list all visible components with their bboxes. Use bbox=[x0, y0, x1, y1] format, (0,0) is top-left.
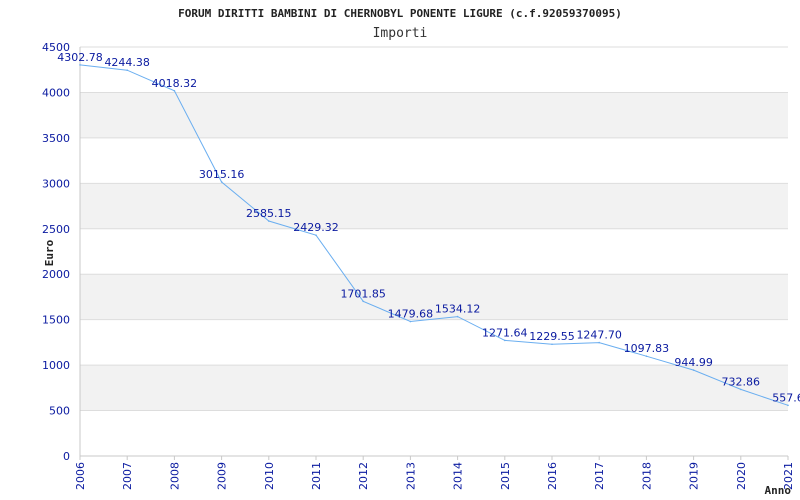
y-tick-label: 2500 bbox=[42, 223, 70, 236]
x-tick-label: 2018 bbox=[640, 462, 653, 490]
data-point bbox=[315, 234, 317, 237]
data-label: 557.6 bbox=[772, 391, 800, 404]
data-label: 732.86 bbox=[722, 375, 761, 388]
y-tick-label: 4000 bbox=[42, 86, 70, 99]
grid-band bbox=[80, 365, 788, 411]
y-tick-label: 3500 bbox=[42, 132, 70, 145]
data-point bbox=[220, 181, 223, 183]
data-point bbox=[692, 369, 695, 371]
data-label: 1271.64 bbox=[482, 326, 528, 339]
y-axis-title: Euro bbox=[43, 239, 56, 266]
data-label: 1247.70 bbox=[576, 329, 622, 342]
data-label: 2429.32 bbox=[293, 221, 339, 234]
data-point bbox=[645, 355, 648, 358]
x-tick-label: 2007 bbox=[121, 462, 134, 490]
x-axis-title: Anno bbox=[765, 484, 792, 497]
data-label: 4018.32 bbox=[152, 77, 198, 90]
y-tick-label: 0 bbox=[63, 450, 70, 463]
data-point bbox=[598, 341, 600, 344]
chart-subtitle: Importi bbox=[373, 26, 428, 41]
grid-band bbox=[80, 92, 788, 138]
data-label: 1479.68 bbox=[388, 308, 434, 321]
data-label: 1229.55 bbox=[529, 330, 575, 343]
data-label: 2585.15 bbox=[246, 207, 292, 220]
data-point bbox=[504, 339, 506, 342]
data-point bbox=[409, 320, 412, 323]
data-point bbox=[173, 89, 176, 92]
data-point bbox=[787, 404, 789, 407]
data-point bbox=[362, 300, 365, 303]
y-tick-label: 1500 bbox=[42, 314, 70, 327]
data-label: 1701.85 bbox=[340, 287, 386, 300]
data-label: 1534.12 bbox=[435, 303, 481, 316]
data-label: 1097.83 bbox=[624, 342, 670, 355]
x-tick-label: 2016 bbox=[546, 462, 559, 490]
data-label: 4302.78 bbox=[57, 51, 103, 64]
data-label: 4244.38 bbox=[104, 56, 150, 69]
x-tick-label: 2015 bbox=[499, 462, 512, 490]
data-point bbox=[551, 343, 553, 346]
x-tick-label: 2014 bbox=[452, 462, 465, 490]
data-label: 944.99 bbox=[674, 356, 713, 369]
y-tick-label: 500 bbox=[49, 405, 70, 418]
chart-title: FORUM DIRITTI BAMBINI DI CHERNOBYL PONEN… bbox=[178, 7, 622, 20]
x-tick-label: 2008 bbox=[168, 462, 181, 490]
data-point bbox=[456, 315, 459, 318]
x-tick-label: 2011 bbox=[310, 462, 323, 490]
y-tick-label: 3000 bbox=[42, 177, 70, 190]
data-label: 3015.16 bbox=[199, 168, 245, 181]
x-tick-label: 2013 bbox=[404, 462, 417, 490]
x-tick-label: 2009 bbox=[216, 462, 229, 490]
y-tick-label: 2000 bbox=[42, 268, 70, 281]
data-point bbox=[740, 388, 742, 391]
x-tick-label: 2010 bbox=[263, 462, 276, 490]
y-tick-label: 1000 bbox=[42, 359, 70, 372]
grid-band bbox=[80, 183, 788, 229]
chart: FORUM DIRITTI BAMBINI DI CHERNOBYL PONEN… bbox=[42, 7, 800, 497]
x-tick-label: 2006 bbox=[74, 462, 87, 490]
x-tick-label: 2020 bbox=[735, 462, 748, 490]
x-tick-label: 2019 bbox=[688, 462, 701, 490]
data-point bbox=[268, 220, 270, 222]
x-tick-labels: 2006 2007 2008 2009 2010 2011 2012 2013 2014 2015… bbox=[74, 462, 795, 490]
data-point bbox=[79, 64, 81, 66]
x-tick-label: 2017 bbox=[593, 462, 606, 490]
x-tick-label: 2012 bbox=[357, 462, 370, 490]
data-point bbox=[126, 69, 128, 72]
